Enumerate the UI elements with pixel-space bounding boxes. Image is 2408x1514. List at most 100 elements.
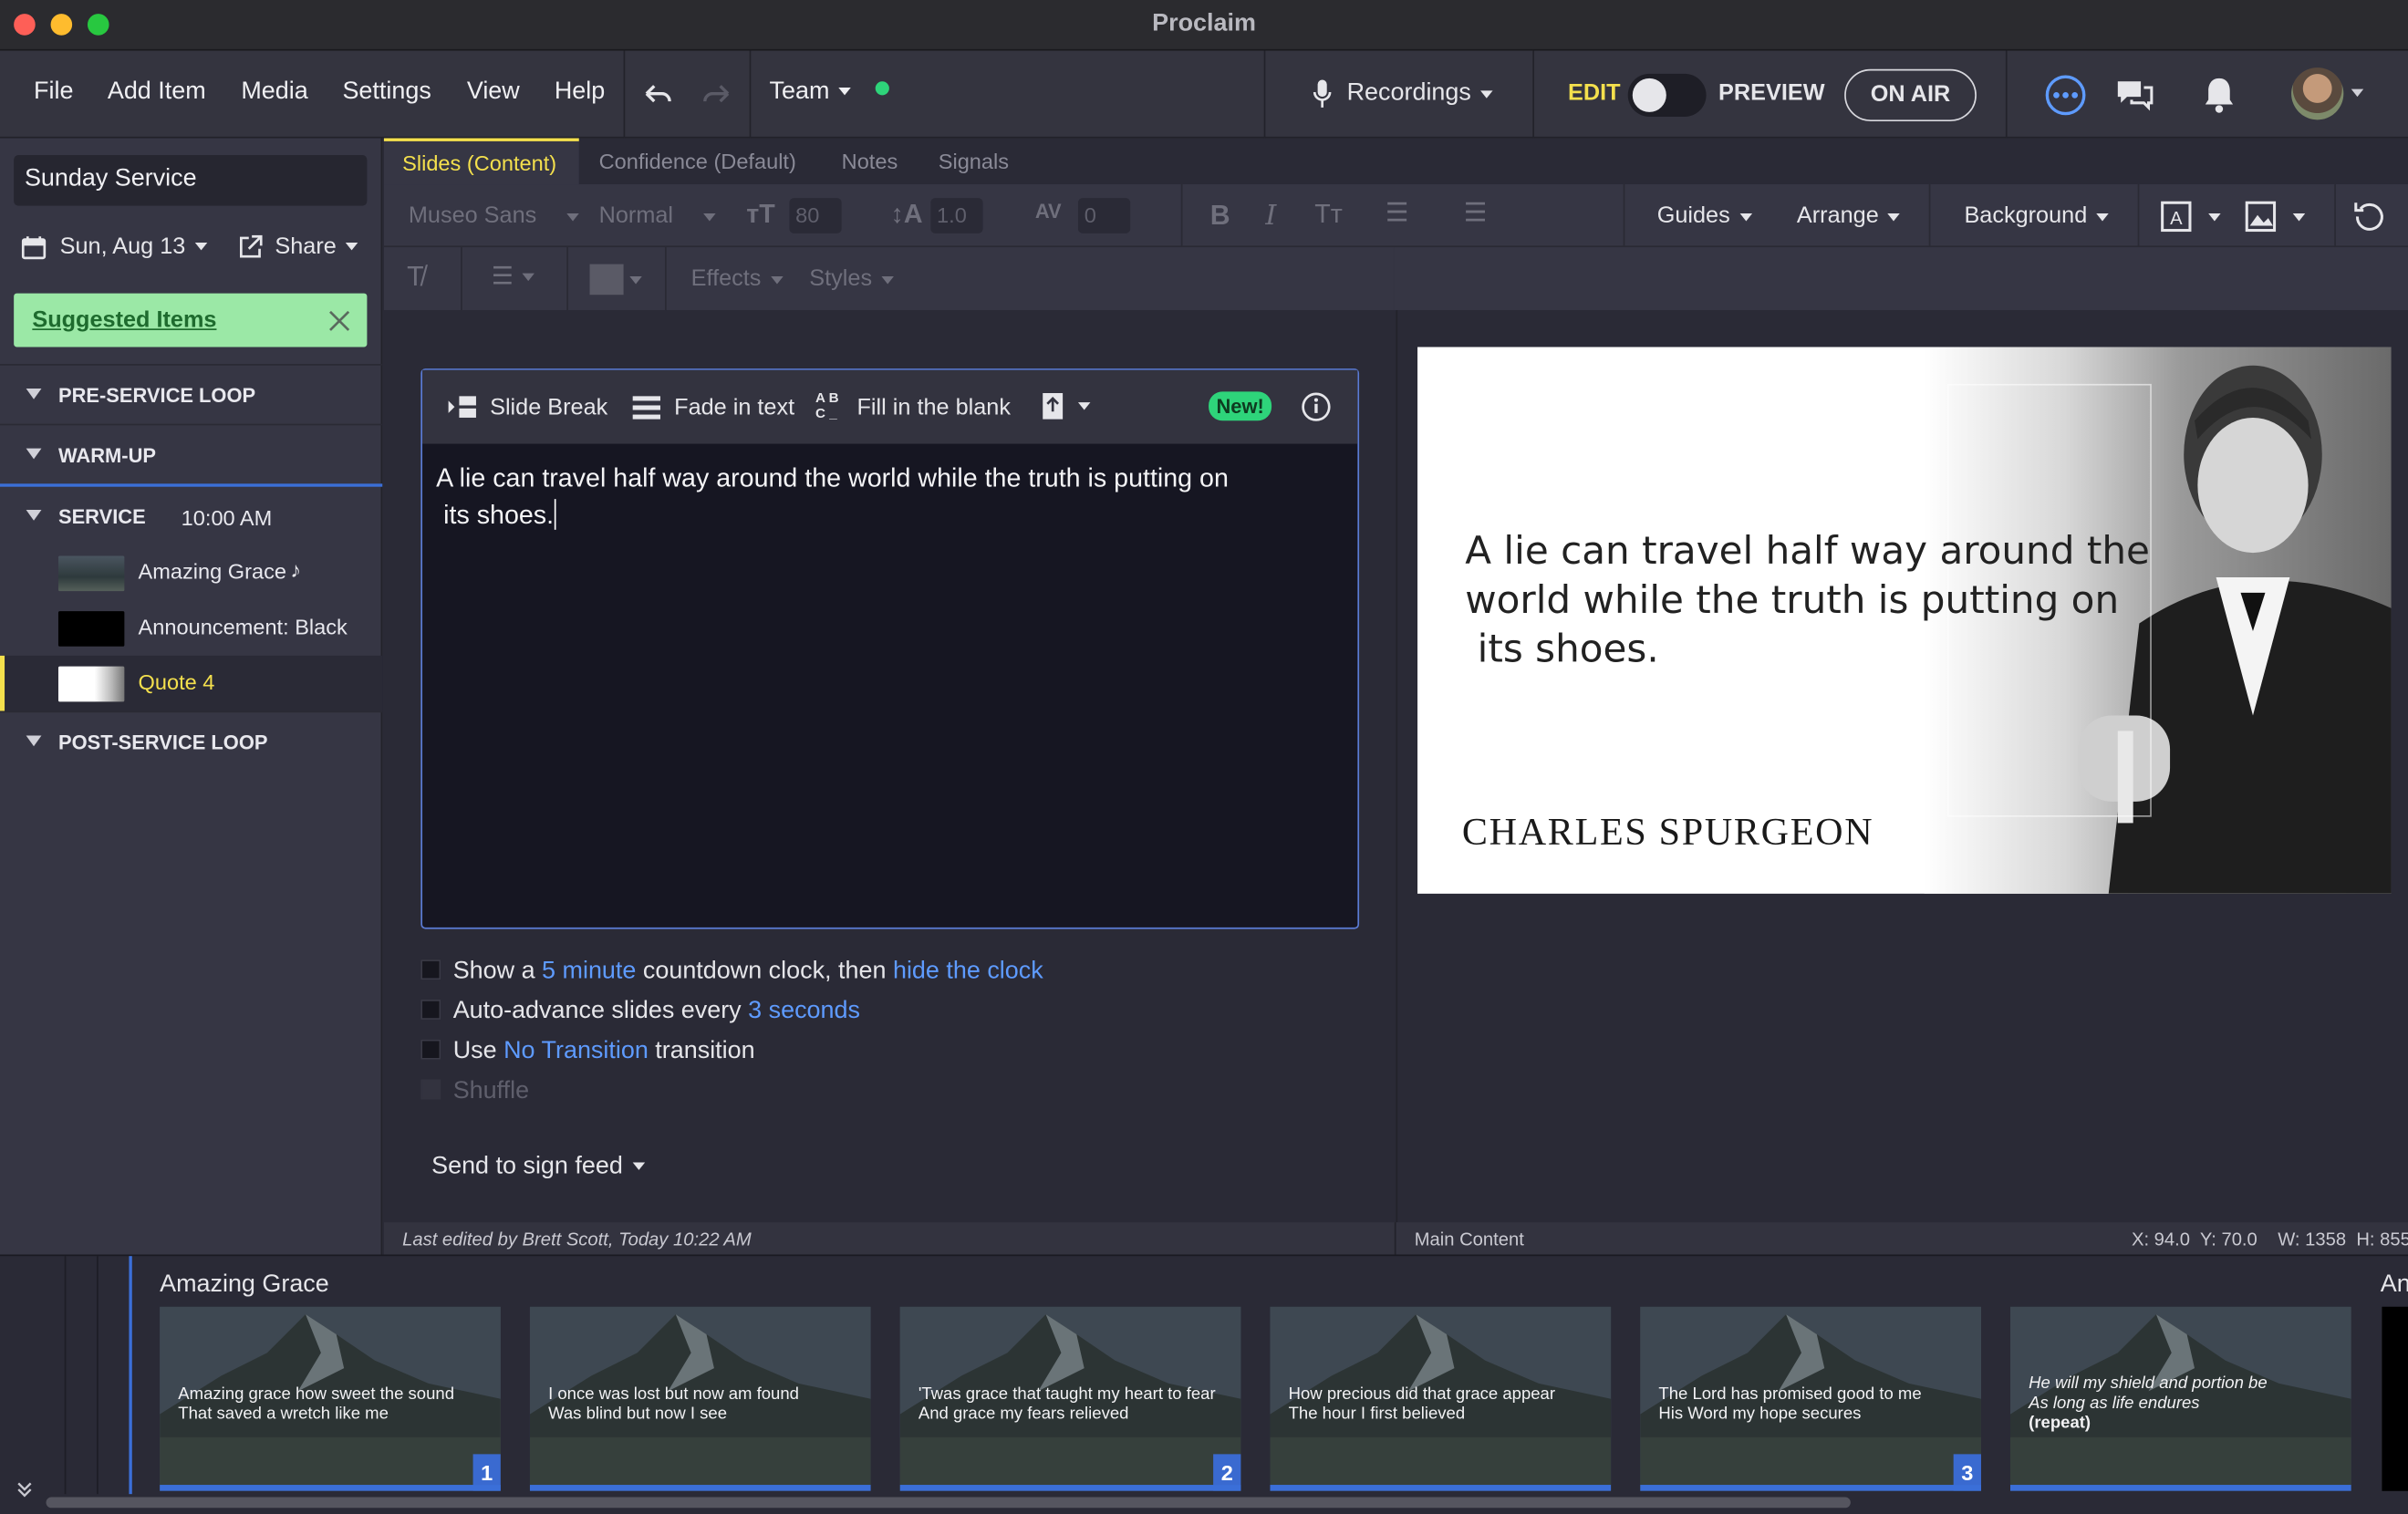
- on-air-button[interactable]: ON AIR: [1844, 68, 1977, 122]
- background-dropdown[interactable]: Background: [1964, 202, 2109, 229]
- text-box-icon[interactable]: A: [2159, 200, 2195, 233]
- collapse-triangle-icon: [26, 735, 42, 747]
- team-dropdown[interactable]: Team: [770, 78, 851, 106]
- layer-name: Main Content: [1414, 1228, 1524, 1250]
- item-thumbnail: [57, 666, 125, 702]
- section-warm-up[interactable]: WARM-UP: [0, 423, 383, 487]
- service-date-dropdown[interactable]: Sun, Aug 13: [21, 233, 207, 260]
- transition-checkbox[interactable]: [420, 1039, 441, 1060]
- edit-mode-label: EDIT: [1568, 79, 1621, 107]
- send-to-sign-feed-dropdown[interactable]: Send to sign feed: [431, 1153, 645, 1180]
- image-icon[interactable]: [2244, 200, 2280, 233]
- menu-settings[interactable]: Settings: [342, 78, 431, 106]
- filmstrip-slide[interactable]: He will my shield and portion be As long …: [2009, 1306, 2351, 1491]
- close-icon[interactable]: [328, 310, 350, 332]
- service-name-field[interactable]: Sunday Service: [14, 155, 368, 206]
- slide-text-content[interactable]: A lie can travel half way around the wor…: [436, 461, 1296, 534]
- editor-pane: Slide Break Fade in text A BC _ Fill in …: [383, 310, 1395, 1223]
- collapse-filmstrip-icon[interactable]: [16, 1478, 34, 1498]
- recordings-dropdown[interactable]: Recordings: [1312, 78, 1493, 109]
- italic-icon[interactable]: I: [1265, 200, 1276, 232]
- section-post-service-loop[interactable]: POST-SERVICE LOOP: [0, 710, 383, 770]
- guides-dropdown[interactable]: Guides: [1657, 202, 1752, 229]
- user-avatar[interactable]: [2291, 67, 2344, 120]
- notification-bell-icon[interactable]: [2202, 75, 2236, 115]
- menu-add-item[interactable]: Add Item: [108, 78, 206, 106]
- letter-spacing-icon: AV: [1034, 199, 1062, 223]
- fade-in-text-button[interactable]: Fade in text: [631, 393, 794, 420]
- advance-interval-link[interactable]: 3 seconds: [748, 998, 860, 1024]
- share-dropdown[interactable]: Share: [238, 233, 358, 260]
- slide-break-button[interactable]: Slide Break: [447, 393, 607, 420]
- filmstrip-slide[interactable]: The Lord has promised good to me His Word…: [1640, 1306, 1981, 1491]
- undo-icon[interactable]: [640, 80, 674, 108]
- service-item-announcement[interactable]: Announcement: Black: [0, 600, 382, 656]
- hide-clock-link[interactable]: hide the clock: [893, 959, 1043, 985]
- font-size-input[interactable]: 80: [789, 198, 842, 233]
- effects-dropdown[interactable]: Effects: [691, 265, 784, 292]
- next-item-thumbnail[interactable]: [2382, 1306, 2408, 1491]
- bullet-list-icon[interactable]: ☰: [1386, 198, 1409, 229]
- indent-icon[interactable]: ☰: [1464, 198, 1488, 229]
- editor-toolbar: Slide Break Fade in text A BC _ Fill in …: [422, 369, 1358, 444]
- more-options-icon[interactable]: [2044, 74, 2087, 117]
- text-case-icon[interactable]: Tт: [1314, 200, 1343, 231]
- last-edited-text: Last edited by Brett Scott, Today 10:22 …: [402, 1228, 752, 1250]
- slide-preview[interactable]: A lie can travel half way around the wor…: [1417, 347, 2392, 894]
- line-height-input[interactable]: 1.0: [930, 198, 983, 233]
- tab-confidence[interactable]: Confidence (Default): [599, 149, 796, 173]
- reset-icon[interactable]: [2352, 200, 2386, 233]
- section-service[interactable]: SERVICE 10:00 AM: [0, 487, 382, 545]
- styles-dropdown[interactable]: Styles: [809, 265, 894, 292]
- service-item-quote-4[interactable]: Quote 4: [0, 655, 383, 711]
- slide-break-icon: [448, 396, 476, 418]
- menu-view[interactable]: View: [467, 78, 520, 106]
- clear-format-icon[interactable]: T̸: [407, 261, 424, 293]
- filmstrip-slide[interactable]: Amazing grace how sweet the sound That sa…: [160, 1306, 501, 1491]
- slide-text-editor[interactable]: Slide Break Fade in text A BC _ Fill in …: [420, 368, 1360, 929]
- arrange-dropdown[interactable]: Arrange: [1797, 202, 1901, 229]
- slide-author: CHARLES SPURGEON: [1461, 812, 1874, 855]
- menu-file[interactable]: File: [34, 78, 73, 106]
- menu-help[interactable]: Help: [555, 78, 605, 106]
- horizontal-scrollbar[interactable]: [46, 1497, 1851, 1509]
- chat-icon[interactable]: [2113, 75, 2156, 115]
- font-weight-dropdown[interactable]: Normal: [599, 202, 717, 229]
- transition-type-link[interactable]: No Transition: [503, 1038, 649, 1064]
- suggested-items-link[interactable]: Suggested Items: [32, 307, 216, 334]
- slide-quote-text: A lie can travel half way around the wor…: [1465, 528, 2150, 671]
- share-icon: [239, 234, 263, 257]
- edit-preview-toggle[interactable]: [1627, 73, 1707, 117]
- filmstrip-slide[interactable]: How precious did that grace appear The ho…: [1270, 1306, 1612, 1491]
- music-note-icon: ♪: [290, 557, 302, 583]
- tab-slides-content[interactable]: Slides (Content): [383, 138, 579, 185]
- menu-media[interactable]: Media: [241, 78, 307, 106]
- element-coordinates: X: 94.0 Y: 70.0 W: 1358 H: 855: [2131, 1228, 2408, 1250]
- format-toolbar-secondary: T̸ ☰ Effects Styles: [383, 247, 1395, 311]
- bold-icon[interactable]: B: [1210, 200, 1230, 232]
- letter-spacing-input[interactable]: 0: [1077, 198, 1131, 233]
- countdown-duration-link[interactable]: 5 minute: [542, 959, 636, 985]
- auto-advance-option: Auto-advance slides every 3 seconds: [420, 998, 860, 1025]
- shuffle-option: Shuffle: [420, 1078, 529, 1105]
- section-pre-service-loop[interactable]: PRE-SERVICE LOOP: [0, 364, 383, 422]
- auto-advance-checkbox[interactable]: [420, 1000, 441, 1020]
- info-icon[interactable]: [1301, 391, 1332, 422]
- countdown-checkbox[interactable]: [420, 959, 441, 980]
- filmstrip-slide[interactable]: 'Twas grace that taught my heart to fear…: [899, 1306, 1241, 1491]
- collapse-triangle-icon: [26, 448, 42, 460]
- tab-notes[interactable]: Notes: [842, 149, 898, 173]
- slide-preview-pane: A lie can travel half way around the wor…: [1396, 310, 2408, 1223]
- line-height-icon: ↕A: [890, 199, 923, 229]
- service-item-amazing-grace[interactable]: Amazing Grace ♪: [0, 545, 382, 601]
- shuffle-checkbox[interactable]: [420, 1079, 441, 1100]
- fill-in-blank-button[interactable]: A BC _ Fill in the blank: [815, 390, 1011, 421]
- content-tabs: Slides (Content) Confidence (Default) No…: [383, 138, 2408, 185]
- font-family-dropdown[interactable]: Museo Sans: [409, 202, 580, 229]
- filmstrip-slide[interactable]: I once was lost but now am found Was blin…: [529, 1306, 871, 1491]
- insert-slide-dropdown[interactable]: [1042, 391, 1091, 430]
- color-swatch[interactable]: [589, 264, 624, 296]
- redo-icon[interactable]: [701, 80, 734, 108]
- tab-signals[interactable]: Signals: [939, 149, 1009, 173]
- align-icon[interactable]: ☰: [492, 261, 535, 292]
